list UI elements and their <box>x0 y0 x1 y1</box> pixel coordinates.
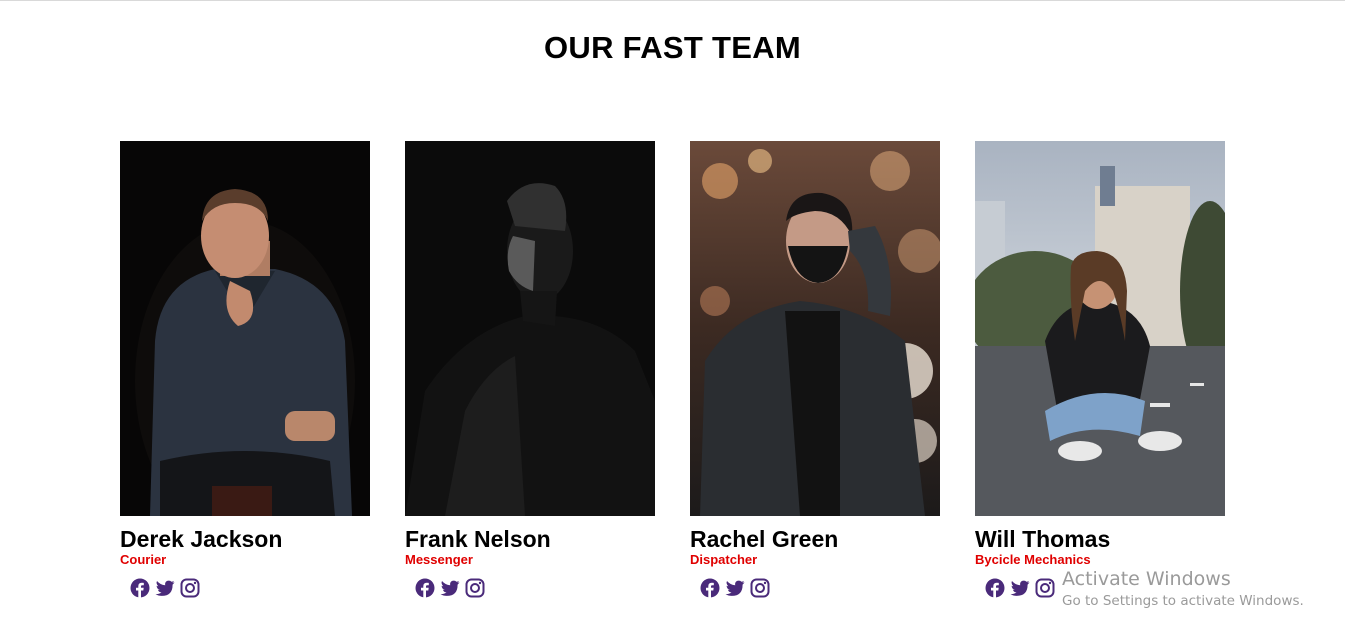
social-links <box>405 578 655 598</box>
member-role: Dispatcher <box>690 552 758 567</box>
facebook-icon[interactable] <box>415 578 435 598</box>
team-photo <box>690 141 940 516</box>
twitter-icon[interactable] <box>440 578 460 598</box>
instagram-icon[interactable] <box>465 578 485 598</box>
team-photo <box>405 141 655 516</box>
member-role: Bycicle Mechanics <box>975 552 1091 567</box>
twitter-icon[interactable] <box>155 578 175 598</box>
member-name: Derek Jackson <box>120 526 283 552</box>
social-links <box>690 578 940 598</box>
watermark-title: Activate Windows <box>1062 568 1231 590</box>
social-links <box>120 578 370 598</box>
member-name: Frank Nelson <box>405 526 551 552</box>
team-card: Will Thomas Bycicle Mechanics <box>975 141 1225 598</box>
member-role: Courier <box>120 552 167 567</box>
twitter-icon[interactable] <box>725 578 745 598</box>
instagram-icon[interactable] <box>1035 578 1055 598</box>
member-role: Messenger <box>405 552 473 567</box>
member-name: Will Thomas <box>975 526 1111 552</box>
team-card: Rachel Green Dispatcher <box>690 141 940 598</box>
member-name: Rachel Green <box>690 526 839 552</box>
facebook-icon[interactable] <box>130 578 150 598</box>
facebook-icon[interactable] <box>700 578 720 598</box>
page-title: OUR FAST TEAM <box>543 30 802 65</box>
top-divider <box>0 0 1345 1</box>
windows-activation-watermark: Activate Windows Go to Settings to activ… <box>1062 568 1304 609</box>
team-card: Derek Jackson Courier <box>120 141 370 598</box>
facebook-icon[interactable] <box>985 578 1005 598</box>
instagram-icon[interactable] <box>750 578 770 598</box>
instagram-icon[interactable] <box>180 578 200 598</box>
twitter-icon[interactable] <box>1010 578 1030 598</box>
team-card: Frank Nelson Messenger <box>405 141 655 598</box>
team-photo <box>120 141 370 516</box>
team-photo <box>975 141 1225 516</box>
watermark-subtitle: Go to Settings to activate Windows. <box>1062 593 1304 609</box>
